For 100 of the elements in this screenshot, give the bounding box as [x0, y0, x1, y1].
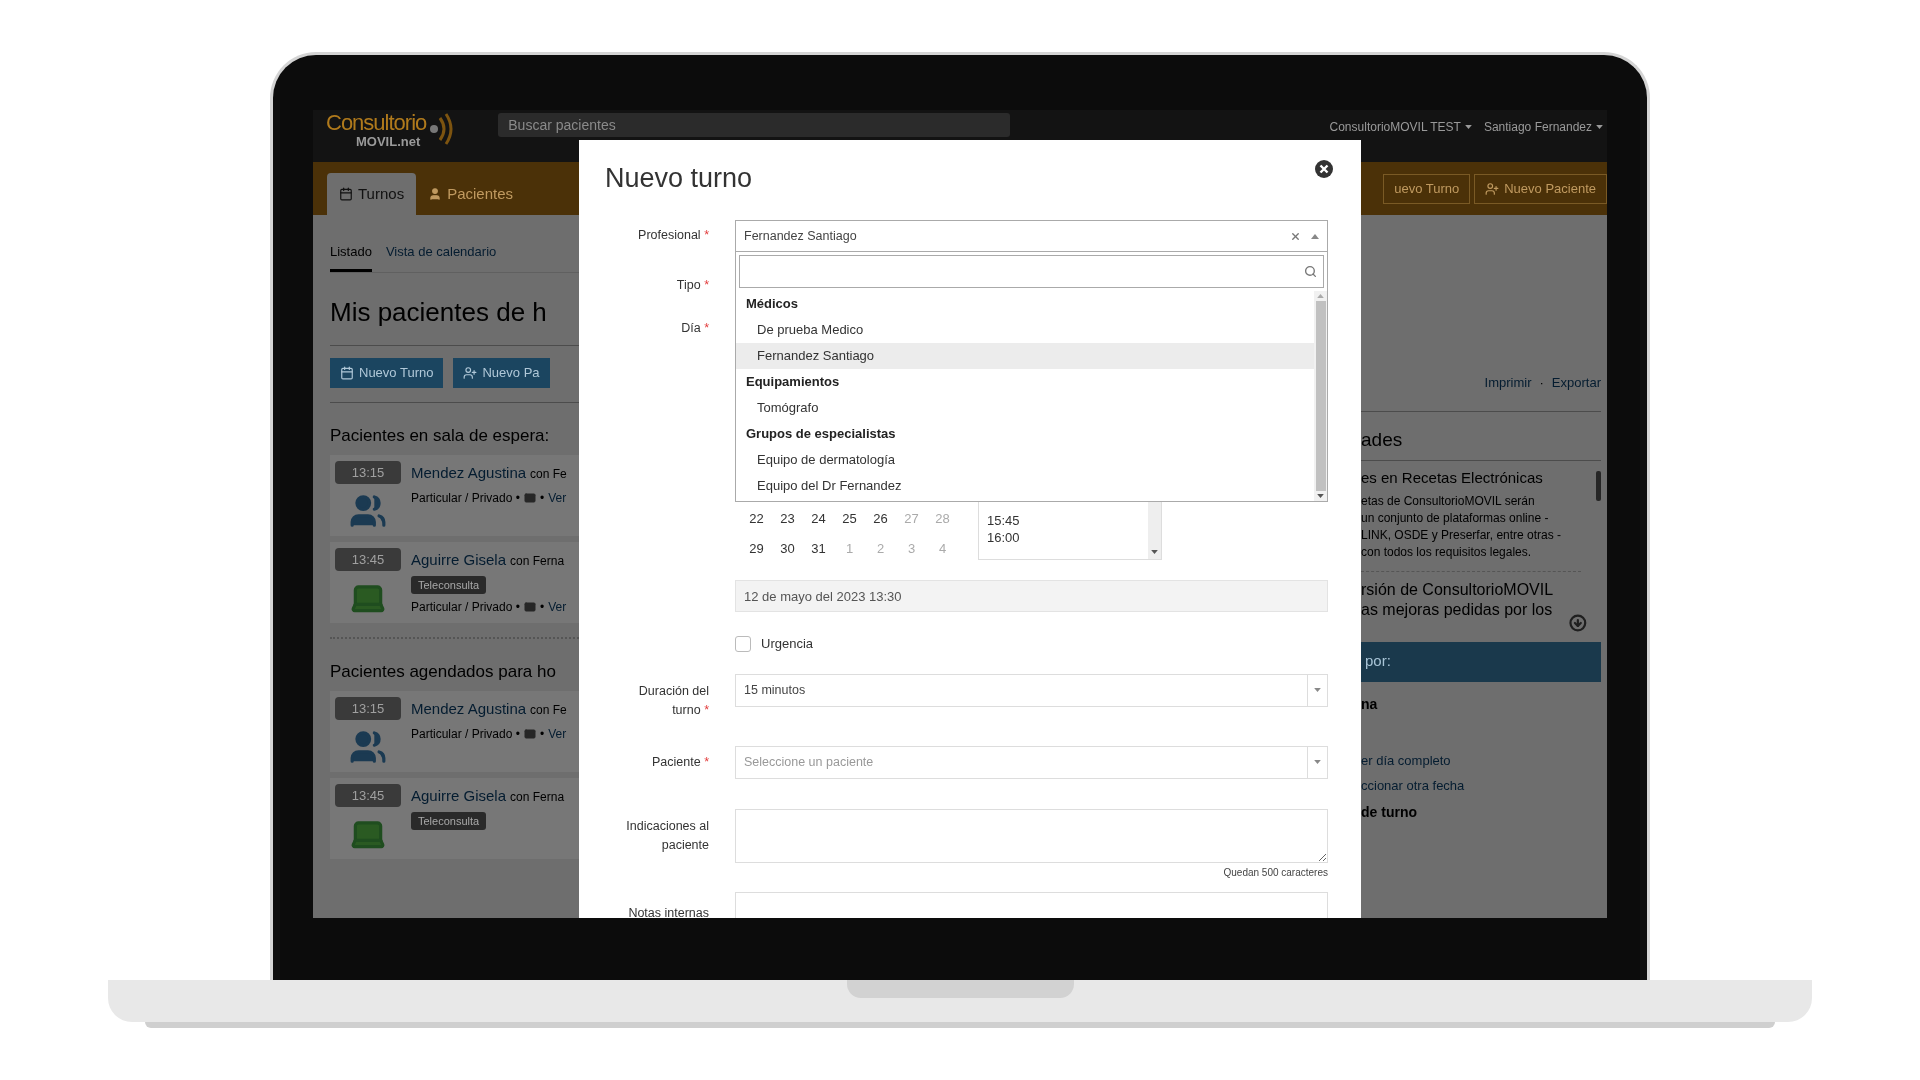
teleconsulta-tag: Teleconsulta — [411, 575, 487, 594]
checkbox[interactable] — [735, 635, 751, 652]
modal-title: Nuevo turno — [605, 162, 753, 195]
scrollbar-thumb[interactable] — [1315, 301, 1326, 491]
filter-subheading: de turno — [1361, 802, 1418, 822]
caret-icon — [1596, 125, 1603, 129]
people-icon — [349, 492, 387, 530]
time-option[interactable]: 16:00 — [987, 529, 1020, 546]
text-area[interactable] — [735, 808, 1328, 863]
nav-tab[interactable]: Turnos — [327, 173, 417, 215]
calendar-icon — [339, 187, 353, 201]
separator-text: · — [1539, 374, 1544, 392]
account-menu[interactable]: ConsultorioMOVIL TEST — [1329, 118, 1472, 136]
calendar-day[interactable]: 24 — [803, 509, 834, 529]
field-label: Duración del turno * — [637, 682, 709, 719]
patient-link[interactable]: Aguirre Gisela — [411, 549, 507, 572]
separator-text: • — [539, 725, 545, 743]
dropdown-option[interactable]: Fernandez Santiago — [736, 343, 1314, 369]
time-option[interactable]: 15:45 — [987, 512, 1020, 529]
section-title: ades — [1361, 427, 1404, 452]
field-label: Día * — [681, 320, 709, 337]
field-label: Notas internas — [628, 904, 709, 918]
checkbox-label: Urgencia — [761, 635, 814, 653]
people-icon — [349, 728, 387, 766]
news-title: rsión de ConsultorioMOVIL as mejoras pedidas por los — [1361, 579, 1554, 620]
professional-text: con Fe — [530, 466, 567, 483]
close-icon[interactable] — [1315, 160, 1333, 178]
select-field[interactable]: Seleccione un paciente — [735, 745, 1328, 779]
search-icon — [1304, 265, 1317, 278]
section-title: Pacientes agendados para ho — [330, 661, 557, 683]
calendar-day[interactable]: 31 — [803, 539, 834, 559]
calendar-day[interactable]: 28 — [927, 509, 958, 529]
professional-text: con Ferna — [510, 789, 565, 806]
patient-link[interactable]: Mendez Agustina — [411, 698, 527, 721]
calendar-day[interactable]: 25 — [834, 509, 865, 529]
view-link[interactable]: Ver — [548, 488, 567, 507]
select-field[interactable]: 15 minutos — [735, 673, 1328, 707]
group-label: Médicos — [745, 295, 799, 314]
patient-link[interactable]: Mendez Agustina — [411, 462, 527, 485]
select-field[interactable]: Fernandez Santiago — [735, 220, 1328, 252]
field-label: Tipo * — [676, 277, 709, 294]
calendar-day[interactable]: 26 — [865, 509, 896, 529]
calendar-day[interactable]: 22 — [741, 509, 772, 529]
caret-icon — [1464, 125, 1472, 129]
news-title: es en Recetas Electrónicas — [1361, 467, 1544, 488]
date-field[interactable]: 12 de mayo del 2023 13:30 — [735, 580, 1328, 612]
group-label: Equipamientos — [745, 373, 841, 392]
filter-option: na — [1361, 693, 1601, 715]
news-text: etas de ConsultorioMOVIL serán un conjunto de plataformas online - LINK, OSDE y Preserfar, entre otras - con todos los requisitos legales. — [1361, 492, 1563, 561]
user-plus-icon — [1485, 181, 1500, 196]
caret-icon — [1317, 294, 1324, 298]
calendar-day[interactable]: 3 — [896, 539, 927, 559]
calendar-day[interactable]: 23 — [772, 509, 803, 529]
professional-text: con Fe — [530, 702, 567, 719]
field-label: Paciente * — [652, 753, 709, 771]
professional-text: con Ferna — [510, 553, 565, 570]
action-button[interactable]: Nuevo Turno — [330, 358, 444, 388]
field-label: Indicaciones al paciente — [625, 817, 709, 854]
field-label: Profesional * — [638, 227, 709, 244]
search-field[interactable]: Buscar pacientes — [498, 113, 1011, 137]
user-menu[interactable]: Santiago Fernandez — [1483, 118, 1603, 136]
sub-tab[interactable]: Vista de calendario — [385, 241, 497, 272]
caret-icon — [1314, 688, 1321, 692]
scrollbar — [1596, 470, 1601, 501]
user-plus-icon — [463, 366, 478, 380]
clear-icon[interactable] — [1290, 230, 1301, 242]
time-badge: 13:45 — [335, 548, 401, 571]
print-link[interactable]: Imprimir — [1484, 373, 1532, 393]
export-link[interactable]: Exportar — [1551, 373, 1601, 393]
coverage-text: Particular / Privado • — [411, 725, 520, 743]
time-badge: 13:15 — [335, 461, 401, 484]
search-field[interactable] — [739, 255, 1324, 288]
patient-link[interactable]: Aguirre Gisela — [411, 785, 507, 808]
nav-button[interactable]: uevo Turno — [1383, 173, 1471, 204]
caret-icon — [1151, 550, 1158, 554]
separator-text: • — [539, 489, 545, 507]
page-heading: Mis pacientes de h — [330, 296, 548, 329]
time-badge: 13:15 — [335, 697, 401, 720]
sub-tab[interactable]: Listado — [330, 241, 372, 272]
nav-tab[interactable]: Pacientes — [416, 173, 525, 215]
calendar-icon — [340, 366, 354, 380]
action-button[interactable]: Nuevo Pa — [453, 358, 550, 388]
calendar-day[interactable]: 29 — [741, 539, 772, 559]
download-icon[interactable] — [1569, 613, 1587, 632]
filter-link[interactable]: er día completo — [1361, 750, 1451, 770]
coverage-text: Particular / Privado • — [411, 489, 520, 507]
nav-button[interactable]: Nuevo Paciente — [1474, 173, 1607, 204]
logo: Consultorio MOVIL.net — [326, 110, 457, 148]
filter-link[interactable]: ccionar otra fecha — [1361, 776, 1465, 796]
caret-icon — [1311, 233, 1319, 239]
calendar-day[interactable]: 2 — [865, 539, 896, 559]
teleconsulta-tag: Teleconsulta — [411, 811, 487, 830]
caret-icon — [1314, 760, 1321, 764]
character-counter: Quedan 500 caracteres — [1223, 865, 1328, 880]
calendar-day[interactable]: 30 — [772, 539, 803, 559]
view-link[interactable]: Ver — [548, 598, 567, 616]
time-badge: 13:45 — [335, 784, 401, 807]
view-link[interactable]: Ver — [548, 724, 567, 743]
filter-bar: por: — [1361, 641, 1601, 682]
coverage-text: Particular / Privado • — [411, 599, 520, 616]
